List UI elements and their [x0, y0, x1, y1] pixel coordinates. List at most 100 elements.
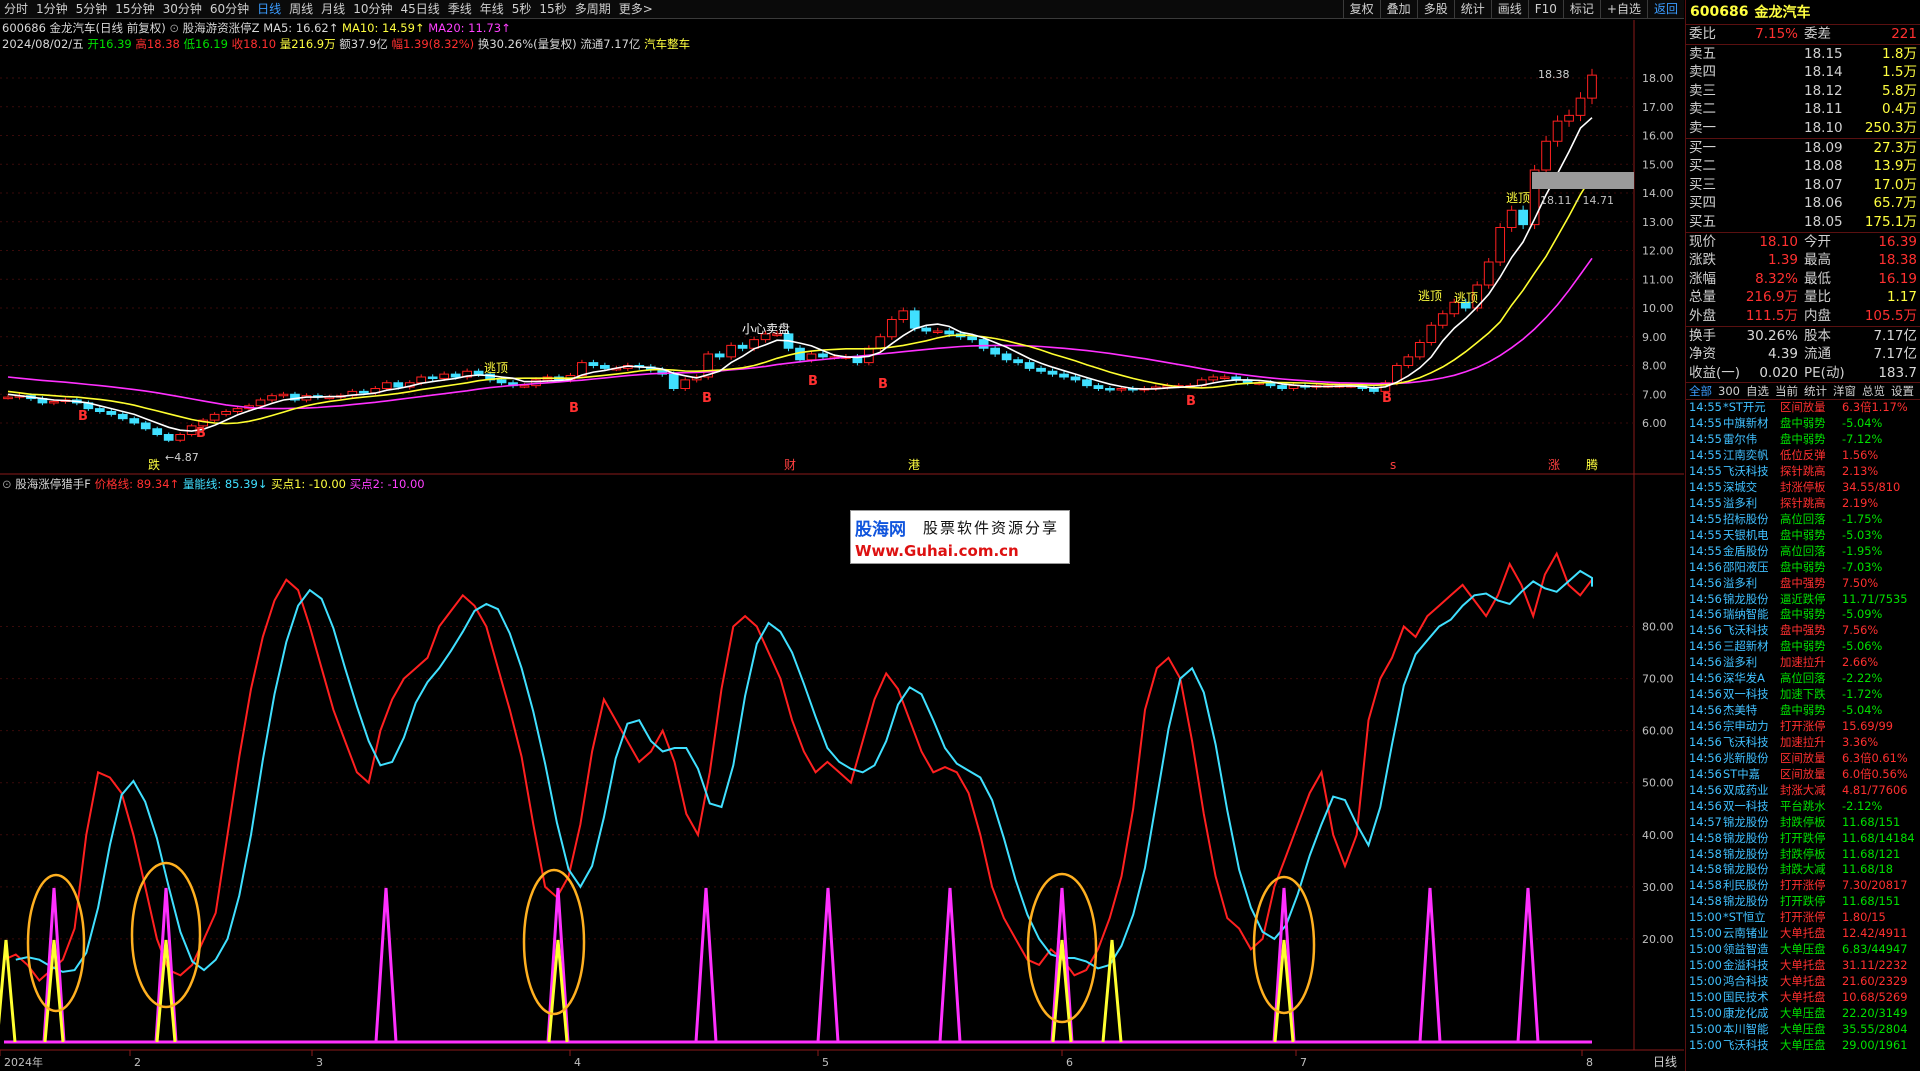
ticker-row[interactable]: 14:58 锦龙股份 打开跌停 11.68/14184: [1686, 831, 1920, 847]
chart-area[interactable]: 18.00 17.00 16.00 15.00 14.00 13.00 12.00 11.00…: [0, 0, 1684, 1071]
ticker-stock: 双一科技: [1723, 798, 1769, 813]
time-tick-label: 8: [1586, 1056, 1593, 1069]
candle-body: [600, 365, 610, 369]
ticker-row[interactable]: 15:00 金溢科技 大单托盘 31.11/2232: [1686, 958, 1920, 974]
candle-body: [726, 344, 736, 358]
quote-row[interactable]: 买五 18.05 175.1万: [1686, 213, 1920, 232]
ticker-row[interactable]: 14:55 中旗新材 盘中弱势 -5.04%: [1686, 416, 1920, 432]
stat-key: 净资: [1689, 346, 1716, 363]
quote-row[interactable]: 卖五 18.15 1.8万: [1686, 45, 1920, 64]
buy-mark: B: [1186, 394, 1196, 409]
candle-body: [588, 362, 599, 366]
ticker-row[interactable]: 14:55 招标股份 高位回落 -1.75%: [1686, 512, 1920, 528]
ticker-row[interactable]: 14:56 ST中嘉 区间放量 6.0倍0.56%: [1686, 767, 1920, 783]
ticker-row[interactable]: 14:56 三超新材 盘中弱势 -5.06%: [1686, 639, 1920, 655]
stat-value: 183.7: [1878, 364, 1917, 381]
ticker-event: 封跌停板: [1780, 814, 1826, 829]
ticker-row[interactable]: 14:55 江南奕帆 低位反弹 1.56%: [1686, 448, 1920, 464]
stat-key: 总量: [1689, 289, 1716, 306]
low-price-label: ←4.87: [165, 451, 199, 464]
ticker-row[interactable]: 14:56 邵阳液压 盘中弱势 -7.03%: [1686, 560, 1920, 576]
quote-row[interactable]: 买三 18.07 17.0万: [1686, 176, 1920, 195]
ticker-row[interactable]: 15:00 康龙化成 大单压盘 22.20/3149: [1686, 1006, 1920, 1022]
quote-row-volume: 27.3万: [1873, 139, 1917, 156]
weibi-row: 委比 7.15% 委差 221: [1686, 25, 1920, 44]
candle-body: [714, 353, 725, 358]
ticker-row[interactable]: 14:55 深城交 封涨停板 34.55/810: [1686, 480, 1920, 496]
quote-row[interactable]: 卖一 18.10 250.3万: [1686, 119, 1920, 138]
stat-row: 总量 216.9万 量比 1.17: [1686, 288, 1920, 307]
ticker-row[interactable]: 14:58 锦龙股份 封跌停板 11.68/121: [1686, 847, 1920, 863]
ticker-tab[interactable]: 300: [1715, 383, 1743, 399]
ticker-row[interactable]: 14:56 双一科技 平台跳水 -2.12%: [1686, 799, 1920, 815]
ticker-row[interactable]: 15:00 *ST恒立 打开涨停 1.80/15: [1686, 910, 1920, 926]
ticker-event: 盘中弱势: [1780, 416, 1826, 431]
ticker-stock: 锦龙股份: [1723, 862, 1769, 877]
quote-row[interactable]: 卖三 18.12 5.8万: [1686, 82, 1920, 101]
ticker-row[interactable]: 14:55 金盾股份 高位回落 -1.95%: [1686, 544, 1920, 560]
candle-body: [921, 327, 932, 332]
ticker-row[interactable]: 14:55 *ST开元 区间放量 6.3倍1.17%: [1686, 400, 1920, 416]
ticker-row[interactable]: 14:58 锦龙股份 封跌大减 11.68/18: [1686, 862, 1920, 878]
ticker-stock: 邵阳液压: [1723, 559, 1769, 574]
ticker-row[interactable]: 14:58 利民股份 打开涨停 7.30/20817: [1686, 878, 1920, 894]
ticker-value: 7.30/20817: [1842, 878, 1908, 893]
ticker-stock: 领益智造: [1723, 942, 1769, 957]
ticker-row[interactable]: 14:56 瑞纳智能 盘中弱势 -5.09%: [1686, 607, 1920, 623]
indicator-name[interactable]: 股海游资涨停Z: [183, 21, 260, 35]
ticker-row[interactable]: 14:55 飞沃科技 探针跳高 2.13%: [1686, 464, 1920, 480]
ticker-row[interactable]: 14:56 锦龙股份 逼近跌停 11.71/7535: [1686, 592, 1920, 608]
quote-row[interactable]: 买二 18.08 13.9万: [1686, 157, 1920, 176]
indicator-menu-icon[interactable]: ⊙: [2, 477, 15, 491]
ticker-row[interactable]: 15:00 鸿合科技 大单托盘 21.60/2329: [1686, 974, 1920, 990]
ticker-row[interactable]: 14:56 兆新股份 区间放量 6.3倍0.61%: [1686, 751, 1920, 767]
ticker-row[interactable]: 14:56 双成药业 封涨大减 4.81/77606: [1686, 783, 1920, 799]
quote-row[interactable]: 买四 18.06 65.7万: [1686, 194, 1920, 213]
ticker-row[interactable]: 14:56 溢多利 加速拉升 2.66%: [1686, 655, 1920, 671]
ticker-time: 14:56: [1689, 671, 1722, 686]
ticker-value: -7.12%: [1842, 432, 1883, 447]
ticker-tab[interactable]: 设置: [1888, 383, 1917, 399]
quote-row[interactable]: 买一 18.09 27.3万: [1686, 139, 1920, 158]
ticker-row[interactable]: 15:00 领益智造 大单压盘 6.83/44947: [1686, 942, 1920, 958]
ticker-row[interactable]: 14:56 杰美特 盘中弱势 -5.04%: [1686, 703, 1920, 719]
quote-row-price: 18.06: [1804, 195, 1843, 212]
sector-name[interactable]: 汽车整车: [644, 37, 690, 51]
ask-book: 卖五 18.15 1.8万 卖四 18.14 1.5万 卖三 18.12 5.8万 卖二 18.11…: [1686, 45, 1920, 138]
ticker-row[interactable]: 15:00 云南锗业 大单托盘 12.42/4911: [1686, 926, 1920, 942]
ticker-time: 14:55: [1689, 416, 1722, 431]
quote-row[interactable]: 卖二 18.11 0.4万: [1686, 100, 1920, 119]
ticker-tab[interactable]: 全部: [1686, 383, 1715, 399]
ticker-row[interactable]: 14:56 深华发A 高位回落 -2.22%: [1686, 671, 1920, 687]
ticker-row[interactable]: 14:55 天银机电 盘中弱势 -5.03%: [1686, 528, 1920, 544]
quote-row[interactable]: 卖四 18.14 1.5万: [1686, 63, 1920, 82]
ticker-stock: 金溢科技: [1723, 958, 1769, 973]
ticker-time: 14:55: [1689, 511, 1722, 526]
ticker-tab[interactable]: 洋窗: [1830, 383, 1859, 399]
ticker-row[interactable]: 14:55 溢多利 探针跳高 2.19%: [1686, 496, 1920, 512]
ticker-event: 大单托盘: [1780, 926, 1826, 941]
ticker-stock: 锦龙股份: [1723, 894, 1769, 909]
ticker-row[interactable]: 14:57 锦龙股份 封跌停板 11.68/151: [1686, 815, 1920, 831]
stock-dropdown-icon[interactable]: ⊙: [169, 21, 182, 35]
indicator-title[interactable]: 股海涨停猎手F: [15, 477, 91, 491]
ticker-row[interactable]: 14:58 锦龙股份 打开跌停 11.68/151: [1686, 894, 1920, 910]
ticker-row[interactable]: 14:56 宗申动力 打开涨停 15.69/99: [1686, 719, 1920, 735]
ticker-tab[interactable]: 统计: [1801, 383, 1830, 399]
ticker-row[interactable]: 14:56 溢多利 盘中强势 7.50%: [1686, 576, 1920, 592]
ticker-row[interactable]: 15:00 飞沃科技 大单压盘 29.00/1961: [1686, 1038, 1920, 1054]
ticker-stock: 雷尔伟: [1723, 432, 1758, 447]
ticker-row[interactable]: 14:56 飞沃科技 盘中强势 7.56%: [1686, 623, 1920, 639]
candle-body: [152, 428, 163, 435]
ticker-row[interactable]: 15:00 本川智能 大单压盘 35.55/2804: [1686, 1022, 1920, 1038]
ticker-tab[interactable]: 当前: [1772, 383, 1801, 399]
ticker-row[interactable]: 14:56 飞沃科技 加速拉升 3.36%: [1686, 735, 1920, 751]
ticker-row[interactable]: 15:00 国民技术 大单托盘 10.68/5269: [1686, 990, 1920, 1006]
ticker-row[interactable]: 14:56 双一科技 加速下跌 -1.72%: [1686, 687, 1920, 703]
time-tick-label: 2: [134, 1056, 141, 1069]
ticker-time: 14:56: [1689, 687, 1722, 702]
period-label[interactable]: 日线: [1646, 1053, 1684, 1070]
ticker-tab[interactable]: 自选: [1743, 383, 1772, 399]
ticker-tab[interactable]: 总览: [1859, 383, 1888, 399]
ticker-row[interactable]: 14:55 雷尔伟 盘中弱势 -7.12%: [1686, 432, 1920, 448]
